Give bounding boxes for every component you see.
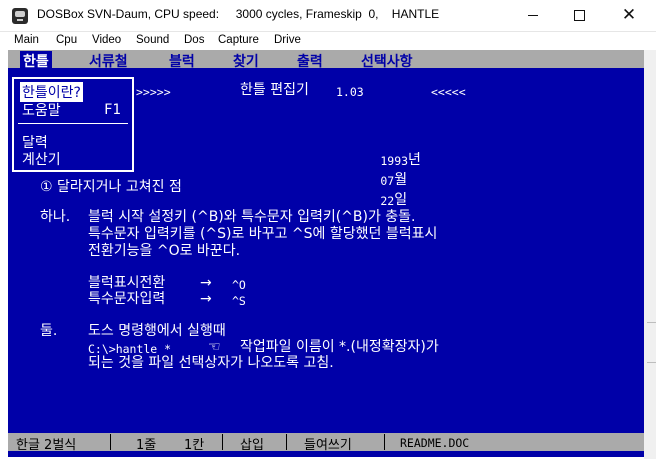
menu-cpu[interactable]: Cpu — [56, 34, 77, 46]
editor-title: 한틀 편집기 — [240, 82, 309, 98]
menu-main[interactable]: Main — [14, 34, 39, 46]
item2-line3: 되는 것을 파일 선택상자가 나오도록 고침. — [88, 355, 334, 371]
background-window-edge — [644, 50, 656, 459]
menu-dos[interactable]: Dos — [184, 34, 204, 46]
minimize-icon — [528, 15, 538, 16]
window-titlebar[interactable]: DOSBox SVN-Daum, CPU speed: 3000 cycles,… — [0, 0, 656, 32]
bg-divider — [647, 362, 656, 363]
editor-version: 1.03 — [336, 85, 364, 99]
window-title: DOSBox SVN-Daum, CPU speed: 3000 cycles,… — [37, 7, 440, 21]
header-arrows-right: <<<<< — [431, 85, 466, 99]
dosbox-menubar: Main Cpu Video Sound Dos Capture Drive — [0, 32, 656, 50]
date-month: 07 — [380, 174, 395, 188]
menu-capture[interactable]: Capture — [218, 34, 259, 46]
dos-screen[interactable]: 한틀 서류철 블럭 찾기 출력 선택사항 >>>>> 한틀 편집기 1.03 <… — [8, 50, 644, 457]
menu-find[interactable]: 찾기 — [233, 51, 259, 71]
minimize-button[interactable] — [510, 0, 556, 31]
date-day-unit: 일 — [394, 192, 408, 208]
menu-video[interactable]: Video — [92, 34, 121, 46]
menu-drive[interactable]: Drive — [274, 34, 301, 46]
menu-item-help[interactable]: 도움말 — [22, 100, 61, 120]
status-input-mode: 한글 2벌식 — [16, 438, 77, 453]
menu-item-about[interactable]: 한틀이란? — [20, 82, 83, 102]
status-divider — [384, 434, 385, 450]
dosbox-app-icon — [12, 8, 28, 24]
item1-line3: 전환기능을 ^O로 바꾼다. — [88, 243, 241, 259]
status-indent: 들여쓰기 — [304, 438, 352, 453]
status-filename: README.DOC — [400, 436, 470, 450]
menu-file[interactable]: 서류철 — [89, 51, 128, 71]
header-arrows-left: >>>>> — [136, 85, 171, 99]
close-icon: ✕ — [621, 5, 637, 25]
item1-line2: 특수문자 입력키를 (^S)로 바꾸고 ^S에 할당했던 블럭표시 — [88, 226, 438, 242]
menu-separator — [18, 123, 128, 124]
status-line: 1줄 — [136, 438, 157, 453]
status-insert-mode: 삽입 — [240, 438, 264, 453]
menu-item-help-shortcut: F1 — [104, 102, 121, 118]
date-year-unit: 년 — [408, 152, 421, 168]
date-year: 1993 — [380, 154, 409, 168]
close-button[interactable]: ✕ — [602, 0, 656, 31]
item1-label: 하나. — [40, 209, 71, 225]
hantle-dropdown-menu: 한틀이란? 도움말 F1 달력 계산기 — [12, 77, 134, 172]
menu-hantle[interactable]: 한틀 — [20, 51, 52, 71]
hantle-menubar: 한틀 서류철 블럭 찾기 출력 선택사항 — [8, 50, 644, 71]
menu-sound[interactable]: Sound — [136, 34, 169, 46]
key2-name: 특수문자입력 — [88, 291, 166, 307]
bg-divider — [647, 322, 656, 323]
maximize-icon — [573, 10, 585, 21]
menu-options[interactable]: 선택사항 — [361, 51, 413, 71]
item2-label: 둘. — [40, 323, 58, 339]
item2-line1: 도스 명령행에서 실행때 — [88, 323, 226, 339]
maximize-button[interactable] — [556, 0, 602, 31]
key2-arrow: → — [200, 291, 212, 307]
menu-block[interactable]: 블럭 — [169, 51, 195, 71]
status-divider — [110, 434, 111, 450]
date-day: 22 — [380, 194, 395, 208]
item1-line1: 블럭 시작 설정키 (^B)와 특수문자 입력키(^B)가 충돌. — [88, 209, 416, 225]
menu-print[interactable]: 출력 — [297, 51, 323, 71]
section-heading: ① 달라지거나 고쳐진 점 — [40, 179, 182, 195]
menu-item-calculator[interactable]: 계산기 — [22, 149, 61, 169]
status-divider — [286, 434, 287, 450]
status-column: 1칸 — [184, 438, 205, 453]
status-divider — [222, 434, 223, 450]
date-month-unit: 월 — [394, 172, 408, 188]
status-bar: 한글 2벌식 1줄 1칸 삽입 들여쓰기 README.DOC — [8, 433, 644, 453]
key2-key: ^S — [232, 294, 246, 308]
